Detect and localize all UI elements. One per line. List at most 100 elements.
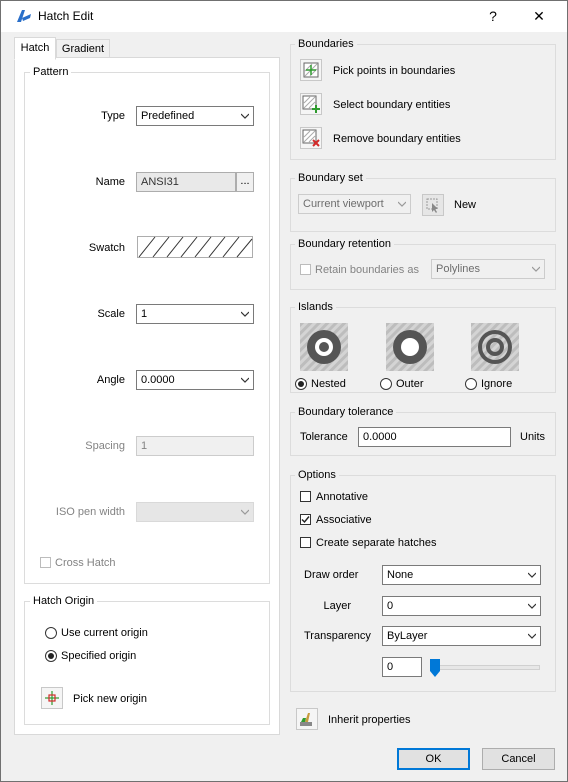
use-current-origin-label: Use current origin (61, 627, 148, 639)
remove-entities-label: Remove boundary entities (333, 133, 461, 145)
hatch-tab-panel: Pattern Type Predefined Name ANSI31 ... … (14, 57, 280, 735)
retain-type-value: Polylines (436, 263, 481, 275)
pick-new-origin-button[interactable] (41, 687, 63, 709)
help-button[interactable]: ? (479, 5, 507, 27)
transparency-label: Transparency (304, 630, 371, 642)
layer-label: Layer (323, 600, 351, 612)
retain-type-select[interactable]: Polylines (431, 259, 545, 279)
nested-radio[interactable] (295, 378, 307, 390)
tolerance-label: Tolerance (300, 431, 348, 443)
angle-value: 0.0000 (141, 374, 175, 386)
retain-boundaries-checkbox[interactable] (300, 264, 311, 275)
chevron-down-icon (241, 509, 249, 515)
new-boundary-set-button[interactable] (422, 194, 444, 216)
draw-order-label: Draw order (304, 569, 359, 581)
iso-pen-width-select[interactable] (136, 502, 254, 522)
hatch-origin-group-label: Hatch Origin (30, 595, 98, 607)
annotative-checkbox[interactable] (300, 491, 311, 502)
transparency-value: ByLayer (387, 630, 428, 642)
inherit-properties-button[interactable] (296, 708, 318, 730)
angle-select[interactable]: 0.0000 (136, 370, 254, 390)
chevron-down-icon (398, 201, 406, 207)
transparency-amount-input[interactable]: 0 (382, 657, 422, 677)
pick-points-label: Pick points in boundaries (333, 65, 456, 77)
ignore-label: Ignore (481, 378, 513, 390)
name-field[interactable]: ANSI31 (136, 172, 236, 192)
spacing-field[interactable]: 1 (136, 436, 254, 456)
crosshair-origin-icon (45, 691, 59, 705)
type-value: Predefined (141, 110, 195, 122)
inherit-properties-label: Inherit properties (328, 714, 411, 726)
transparency-slider-track[interactable] (432, 665, 540, 670)
name-label: Name (95, 176, 125, 188)
outer-label: Outer (396, 378, 424, 390)
chevron-down-icon (528, 572, 536, 578)
nested-label: Nested (311, 378, 346, 390)
title-bar: Hatch Edit ? ✕ (1, 1, 567, 32)
checkmark-icon (301, 516, 310, 524)
close-button[interactable]: ✕ (525, 5, 553, 27)
browse-pattern-button[interactable]: ... (236, 172, 254, 192)
associative-label: Associative (316, 514, 372, 526)
select-entities-label: Select boundary entities (333, 99, 451, 111)
scale-value: 1 (141, 308, 148, 320)
select-entities-icon (302, 95, 320, 113)
nested-island-icon[interactable] (300, 323, 348, 371)
select-entities-button[interactable] (300, 93, 322, 115)
chevron-down-icon (532, 266, 540, 272)
select-cursor-icon (426, 198, 438, 213)
type-select[interactable]: Predefined (136, 106, 254, 126)
tab-hatch[interactable]: Hatch (14, 37, 56, 60)
chevron-down-icon (528, 633, 536, 639)
separate-hatches-label: Create separate hatches (316, 537, 437, 549)
chevron-down-icon (241, 311, 249, 317)
cancel-button[interactable]: Cancel (482, 748, 555, 770)
pattern-swatch[interactable] (137, 236, 253, 258)
chevron-down-icon (241, 113, 249, 119)
layer-select[interactable]: 0 (382, 596, 541, 616)
specified-origin-label: Specified origin (61, 650, 137, 662)
transparency-slider-thumb[interactable] (429, 658, 441, 678)
pattern-group-label: Pattern (30, 66, 72, 78)
new-boundary-set-label: New (454, 199, 477, 211)
tolerance-input[interactable]: 0.0000 (358, 427, 511, 447)
tab-gradient[interactable]: Gradient (56, 39, 110, 59)
remove-entities-button[interactable] (300, 127, 322, 149)
use-current-origin-radio[interactable] (45, 627, 57, 639)
scale-label: Scale (97, 308, 125, 320)
remove-entities-icon (302, 129, 320, 147)
outer-island-icon[interactable] (386, 323, 434, 371)
pick-points-icon (303, 62, 319, 78)
chevron-down-icon (528, 603, 536, 609)
scale-select[interactable]: 1 (136, 304, 254, 324)
ignore-island-icon[interactable] (471, 323, 519, 371)
pick-points-button[interactable] (300, 59, 322, 81)
cross-hatch-label: Cross Hatch (55, 557, 116, 569)
boundary-retention-group-label: Boundary retention (295, 238, 394, 250)
transparency-select[interactable]: ByLayer (382, 626, 541, 646)
cross-hatch-checkbox[interactable] (40, 557, 51, 568)
ok-button[interactable]: OK (397, 748, 470, 770)
boundary-set-select[interactable]: Current viewport (298, 194, 411, 214)
iso-pen-width-label: ISO pen width (55, 506, 125, 518)
annotative-label: Annotative (316, 491, 368, 503)
layer-value: 0 (387, 600, 394, 612)
ignore-radio[interactable] (465, 378, 477, 390)
draw-order-select[interactable]: None (382, 565, 541, 585)
paintbrush-icon (300, 713, 312, 726)
angle-label: Angle (96, 374, 125, 386)
swatch-label: Swatch (88, 242, 125, 254)
app-logo-icon (17, 10, 31, 22)
chevron-down-icon (241, 377, 249, 383)
outer-radio[interactable] (380, 378, 392, 390)
hatch-edit-dialog: Hatch Edit ? ✕ Hatch Gradient Pattern Ty… (0, 0, 568, 782)
window-title: Hatch Edit (38, 9, 94, 23)
retain-boundaries-label: Retain boundaries as (315, 264, 419, 276)
draw-order-value: None (387, 569, 414, 581)
options-group-label: Options (295, 469, 339, 481)
associative-checkbox[interactable] (300, 514, 311, 525)
boundary-set-value: Current viewport (303, 198, 384, 210)
spacing-label: Spacing (85, 440, 125, 452)
separate-hatches-checkbox[interactable] (300, 537, 311, 548)
specified-origin-radio[interactable] (45, 650, 57, 662)
